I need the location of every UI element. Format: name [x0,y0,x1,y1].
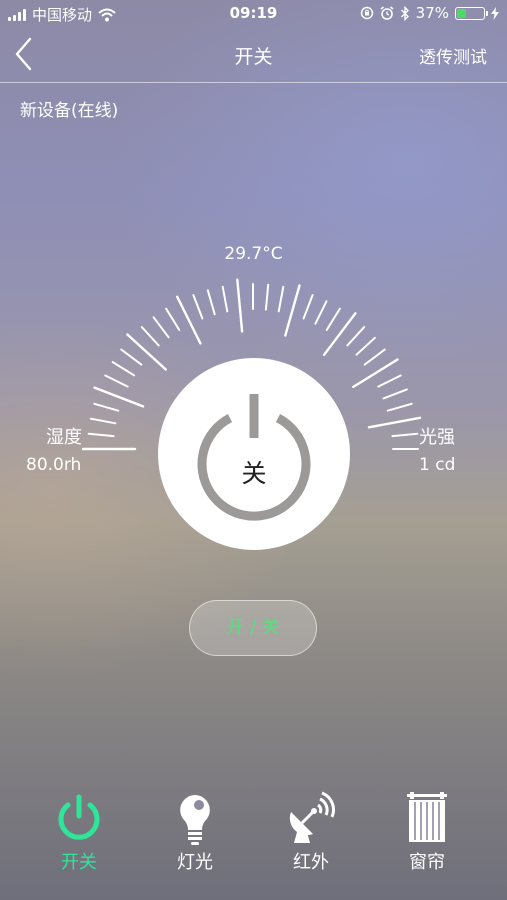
gauge-tick [264,283,270,311]
gauge-tick [165,307,181,331]
gauge-tick [221,285,229,313]
gauge-tick [284,284,301,337]
gauge-tick [314,300,328,325]
gauge-tick [352,358,399,389]
tab-bar: 开关 灯光 红外 窗帘 [0,790,507,900]
gauge-tick [192,294,204,320]
gauge-tick [89,417,117,425]
bulb-icon [180,795,210,845]
gauge-tick [382,388,408,400]
tab-light[interactable]: 灯光 [140,790,250,874]
gauge-tick [93,402,120,412]
tab-curtain[interactable]: 窗帘 [372,790,482,874]
gauge-tick [391,432,419,438]
gauge-tick [206,289,216,316]
light-label: 光强 [419,427,455,448]
gauge-tick [322,312,357,356]
gauge-tick [120,348,143,366]
gauge-tick [346,326,366,347]
gauge-tick [363,348,386,366]
light-value: 1 cd [419,455,456,475]
gauge-tick [325,307,341,331]
satellite-icon [289,791,335,843]
curtain-icon [407,792,447,842]
gauge-tick [302,294,314,320]
on-off-toggle-button[interactable]: 开 / 关 [189,600,317,656]
gauge-tick [87,432,115,438]
gauge-tick [355,336,376,356]
power-button[interactable]: 关 [158,358,350,550]
gauge-tick [104,374,129,388]
gauge-tick [93,386,145,408]
gauge-tick [111,361,135,377]
humidity-value: 80.0rh [26,455,82,475]
tab-label: 灯光 [177,852,213,873]
tab-infrared[interactable]: 红外 [256,790,366,874]
power-icon [58,794,100,840]
gauge-tick [386,402,413,412]
gauge-tick [236,278,244,333]
gauge-tick [140,326,160,347]
tab-switch[interactable]: 开关 [24,790,134,874]
gauge-tick [152,316,170,339]
gauge-tick [377,374,402,388]
tab-label: 窗帘 [409,852,445,873]
gauge-tick [367,416,422,429]
gauge-tick [277,285,285,313]
temperature-value: 29.7°C [224,244,283,264]
humidity-label: 湿度 [46,427,82,448]
tab-label: 红外 [293,852,329,873]
power-state-text: 关 [241,459,267,488]
tab-label: 开关 [61,852,97,873]
